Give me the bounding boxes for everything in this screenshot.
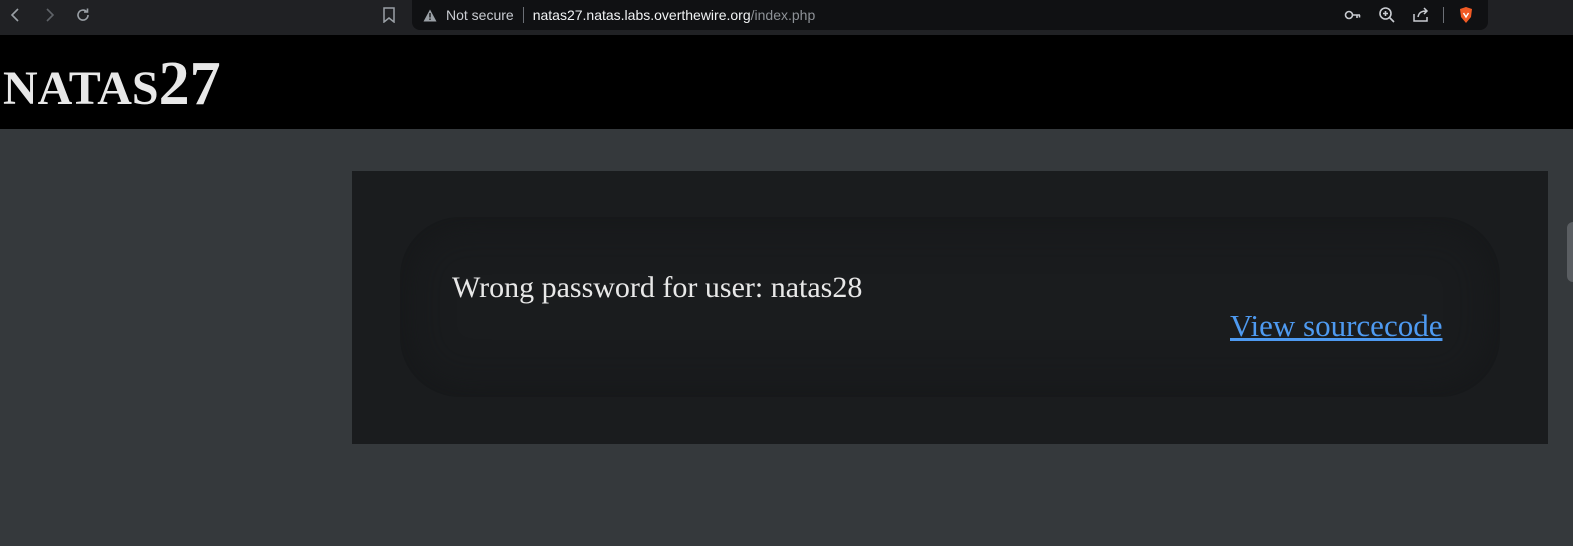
bookmark-icon [383, 7, 395, 23]
back-button[interactable] [4, 3, 28, 27]
url-path[interactable]: /index.php [751, 7, 816, 23]
chevron-right-icon [46, 8, 55, 22]
content-inner [400, 217, 1500, 397]
status-message: Wrong password for user: natas28 [452, 271, 863, 304]
security-status[interactable]: Not secure [446, 7, 514, 23]
site-header: NATAS27 [0, 35, 1573, 129]
warning-icon[interactable] [422, 7, 438, 23]
brave-shields-icon[interactable] [1454, 3, 1478, 27]
address-bar-actions [1341, 0, 1478, 30]
url-host[interactable]: natas27.natas.labs.overthewire.org [533, 7, 751, 23]
reload-button[interactable] [71, 3, 95, 27]
scrollbar-handle[interactable] [1567, 222, 1573, 282]
zoom-icon[interactable] [1375, 3, 1399, 27]
bookmark-button[interactable] [378, 4, 400, 26]
view-sourcecode-link[interactable]: View sourcecode [1230, 308, 1442, 344]
address-bar[interactable]: Not secure natas27.natas.labs.overthewir… [412, 0, 1488, 30]
reload-icon [77, 8, 89, 21]
chevron-left-icon [10, 8, 19, 22]
url-divider [522, 7, 524, 23]
actions-divider [1443, 7, 1444, 23]
title-prefix: NATAS [3, 62, 159, 115]
browser-toolbar: Not secure natas27.natas.labs.overthewir… [0, 0, 1573, 35]
key-icon[interactable] [1341, 3, 1365, 27]
content-panel: Wrong password for user: natas28 View so… [352, 171, 1548, 444]
title-number: 27 [158, 50, 221, 118]
share-icon[interactable] [1409, 3, 1433, 27]
page-title: NATAS27 [3, 49, 221, 120]
forward-button[interactable] [37, 3, 61, 27]
